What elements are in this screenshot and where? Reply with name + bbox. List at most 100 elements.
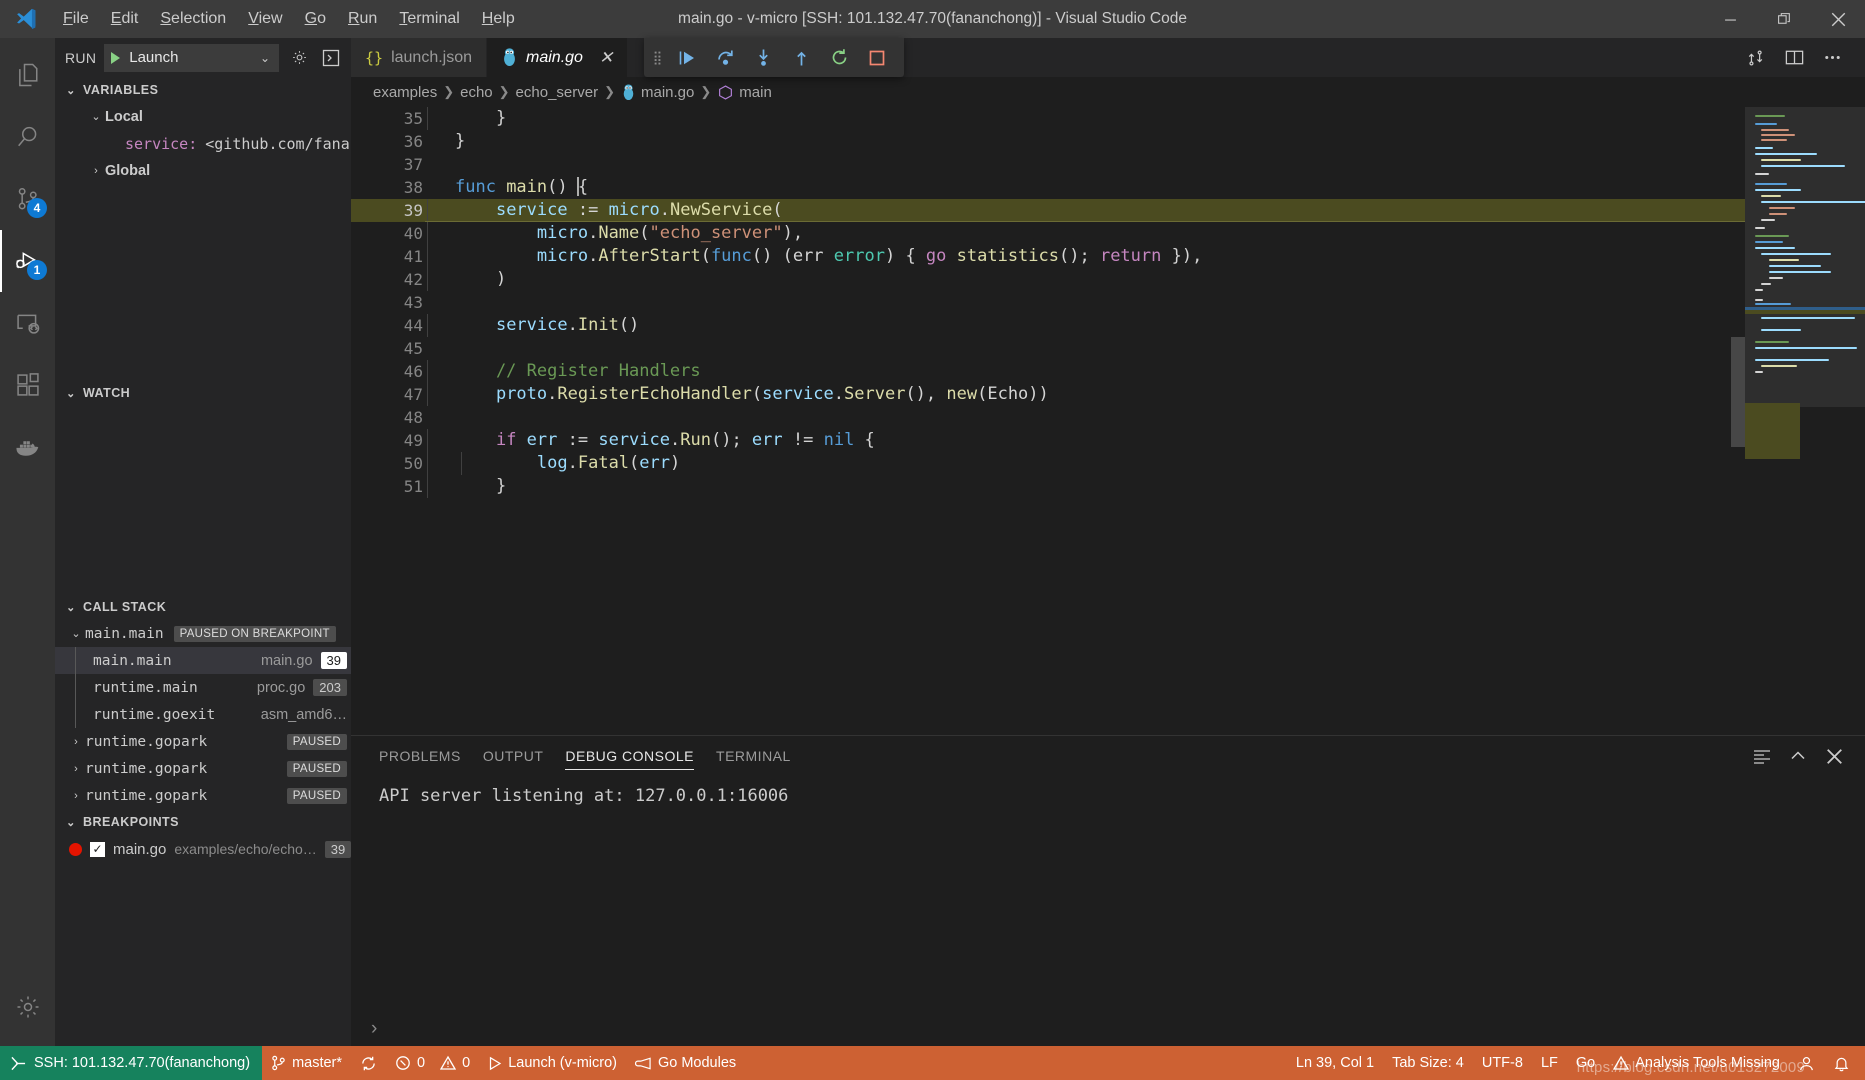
start-debug-icon[interactable]	[111, 51, 121, 64]
more-actions-button[interactable]	[1813, 38, 1851, 77]
restore-button[interactable]	[1757, 0, 1811, 38]
callstack-thread[interactable]: ⌄ main.main PAUSED ON BREAKPOINT	[55, 620, 351, 647]
status-notifications[interactable]	[1824, 1046, 1859, 1080]
restart-button[interactable]	[820, 40, 858, 76]
files-icon	[14, 61, 42, 89]
maximize-panel-button[interactable]	[1781, 739, 1815, 773]
launch-configuration-select[interactable]: Launch ⌄	[104, 43, 279, 72]
console-line: API server listening at: 127.0.0.1:16006	[379, 786, 789, 806]
close-panel-button[interactable]	[1817, 739, 1851, 773]
activitybar-manage-settings[interactable]	[0, 976, 55, 1038]
tab-terminal[interactable]: TERMINAL	[716, 736, 791, 776]
status-launch-config[interactable]: Launch (v-micro)	[479, 1046, 626, 1080]
chevron-right-icon: ❯	[604, 84, 615, 99]
status-analysis-tools[interactable]: Analysis Tools Missing	[1604, 1046, 1789, 1080]
menu-view[interactable]: View	[237, 6, 293, 32]
chevron-down-icon[interactable]: ⌄	[67, 627, 85, 640]
activitybar-extensions[interactable]	[0, 354, 55, 416]
tree-row[interactable]: › Global	[55, 157, 351, 184]
callstack-section-header[interactable]: ⌄ CALL STACK	[55, 594, 351, 620]
activitybar-search[interactable]	[0, 106, 55, 168]
activitybar-run-and-debug[interactable]: 1	[0, 230, 55, 292]
drag-handle[interactable]: ⣿	[648, 51, 668, 64]
breakpoints-section-header[interactable]: ⌄ BREAKPOINTS	[55, 809, 351, 835]
callstack-frame[interactable]: main.main main.go 39	[55, 647, 351, 674]
tree-row[interactable]: service: <github.com/fananc…	[55, 130, 351, 157]
breadcrumb-item-main-symbol[interactable]: main	[717, 84, 772, 101]
step-out-button[interactable]	[782, 40, 820, 76]
editor-action-bar	[1737, 38, 1865, 77]
chevron-down-icon[interactable]: ⌄	[87, 110, 105, 123]
status-language-mode[interactable]: Go	[1567, 1046, 1604, 1080]
code-editor[interactable]: 35 } 36 } 37 38 func main() {39 service…	[351, 107, 1865, 735]
tab-output[interactable]: OUTPUT	[483, 736, 544, 776]
menu-file[interactable]: File	[52, 6, 100, 32]
debug-console-input[interactable]: ›	[351, 1012, 1865, 1046]
continue-button[interactable]	[668, 40, 706, 76]
menu-selection[interactable]: Selection	[149, 6, 237, 32]
line-content: proto.RegisterEchoHandler(service.Server…	[427, 383, 1049, 406]
menu-help[interactable]: Help	[471, 6, 526, 32]
status-branch[interactable]: master*	[262, 1046, 351, 1080]
activitybar-remote-explorer[interactable]	[0, 292, 55, 354]
line-number: 35	[403, 109, 423, 128]
menu-terminal[interactable]: Terminal	[388, 6, 470, 32]
activitybar-source-control[interactable]: 4	[0, 168, 55, 230]
breadcrumb-item-echo-server[interactable]: echo_server	[516, 84, 599, 101]
open-launch-json-button[interactable]	[287, 46, 311, 70]
status-eol[interactable]: LF	[1532, 1046, 1567, 1080]
activitybar-explorer[interactable]	[0, 44, 55, 106]
callstack-thread[interactable]: › runtime.gopark PAUSED	[55, 782, 351, 809]
callstack-frame[interactable]: runtime.goexit asm_amd6…	[55, 701, 351, 728]
breadcrumb-item-echo[interactable]: echo	[460, 84, 493, 101]
callstack-thread[interactable]: › runtime.gopark PAUSED	[55, 728, 351, 755]
status-encoding[interactable]: UTF-8	[1473, 1046, 1532, 1080]
stop-button[interactable]	[858, 40, 896, 76]
menu-go[interactable]: Go	[294, 6, 337, 32]
status-tab-size[interactable]: Tab Size: 4	[1383, 1046, 1473, 1080]
gear-icon	[14, 993, 42, 1021]
debug-console-output[interactable]: API server listening at: 127.0.0.1:16006	[351, 776, 1865, 1012]
callstack-frame[interactable]: runtime.main proc.go 203	[55, 674, 351, 701]
editor-minimap[interactable]	[1745, 107, 1865, 735]
status-problems[interactable]: 0 0	[386, 1046, 479, 1080]
step-into-button[interactable]	[744, 40, 782, 76]
open-debug-console-button[interactable]	[319, 46, 343, 70]
chevron-right-icon[interactable]: ›	[67, 790, 85, 802]
breadcrumb-item-main-go[interactable]: main.go	[621, 84, 694, 101]
tab-main-go[interactable]: main.go ✕	[487, 38, 629, 77]
status-cursor-position[interactable]: Ln 39, Col 1	[1287, 1046, 1383, 1080]
close-icon[interactable]: ✕	[599, 48, 613, 68]
close-button[interactable]	[1811, 0, 1865, 38]
variables-section-header[interactable]: ⌄ VARIABLES	[55, 77, 351, 103]
watch-section-header[interactable]: ⌄ WATCH	[55, 380, 351, 406]
breakpoint-enabled-checkbox[interactable]: ✓	[90, 841, 105, 857]
tab-debug-console[interactable]: DEBUG CONSOLE	[565, 736, 694, 776]
breadcrumb-item-examples[interactable]: examples	[373, 84, 437, 101]
tab-launch-json[interactable]: {} launch.json	[351, 38, 488, 77]
tree-row[interactable]: ⌄ Local	[55, 103, 351, 130]
step-over-button[interactable]	[706, 40, 744, 76]
menu-edit[interactable]: Edit	[100, 6, 150, 32]
code-lines[interactable]: 35 } 36 } 37 38 func main() {39 service…	[351, 107, 1745, 735]
chevron-right-icon[interactable]: ›	[67, 763, 85, 775]
line-content: micro.AfterStart(func() (err error) { go…	[427, 245, 1202, 268]
clear-console-button[interactable]	[1745, 739, 1779, 773]
split-editor-button[interactable]	[1775, 38, 1813, 77]
status-remote-host[interactable]: SSH: 101.132.47.70(fananchong)	[0, 1046, 263, 1080]
editor-vertical-scrollbar[interactable]	[1731, 107, 1745, 735]
chevron-right-icon[interactable]: ›	[67, 736, 85, 748]
minimize-button[interactable]	[1703, 0, 1757, 38]
source-control-badge: 4	[27, 198, 47, 218]
status-sync[interactable]	[351, 1046, 386, 1080]
tab-problems[interactable]: PROBLEMS	[379, 736, 461, 776]
chevron-right-icon[interactable]: ›	[87, 165, 105, 177]
activitybar-docker[interactable]	[0, 416, 55, 478]
breakpoint-row[interactable]: ✓ main.go examples/echo/echo… 39	[55, 835, 351, 863]
status-go-modules[interactable]: Go Modules	[626, 1046, 745, 1080]
editor-source-control-button[interactable]	[1737, 38, 1775, 77]
menu-run[interactable]: Run	[337, 6, 388, 32]
callstack-thread[interactable]: › runtime.gopark PAUSED	[55, 755, 351, 782]
menu-bar[interactable]: File Edit Selection View Go Run Terminal…	[52, 6, 526, 32]
status-account[interactable]	[1789, 1046, 1824, 1080]
